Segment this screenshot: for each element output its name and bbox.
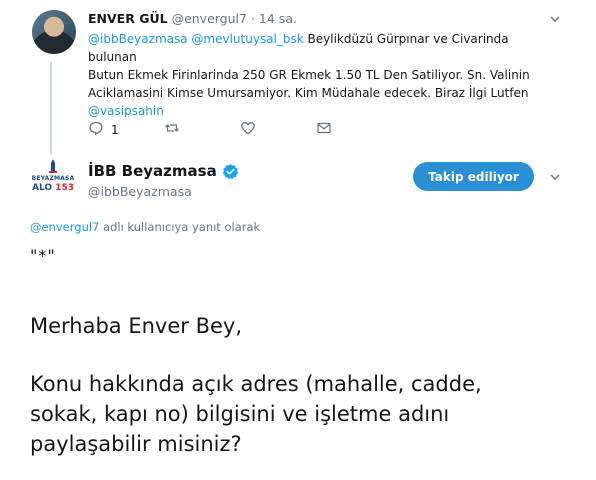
like-button[interactable]: [240, 120, 256, 139]
logo-icon: [49, 159, 57, 173]
tweet-text-line: Butun Ekmek Firinlarinda 250 GR Ekmek 1.…: [88, 68, 530, 82]
reply-button[interactable]: 1: [88, 120, 119, 139]
following-button[interactable]: Takip ediliyor: [413, 162, 534, 191]
tweet-text: Konu hakkında açık adres (mahalle, cadde…: [30, 369, 570, 459]
retweet-button[interactable]: [164, 120, 180, 139]
reply-count: 1: [111, 122, 119, 137]
separator: ·: [250, 11, 255, 26]
chevron-down-icon[interactable]: [549, 13, 561, 29]
avatar[interactable]: BEYAZMASA ALO 153: [30, 159, 76, 201]
replying-to: @envergul7 adlı kullanıcıya yanıt olarak: [30, 220, 260, 234]
heart-icon: [240, 120, 256, 139]
author-name-row: İBB Beyazmasa: [88, 162, 239, 180]
tweet-text-line: Aciklamasini Kimse Umursamiyor. Kim Müda…: [88, 86, 529, 100]
timestamp[interactable]: 14 sa.: [259, 11, 297, 26]
mention-link[interactable]: @ibbBeyazmasa: [88, 32, 188, 46]
tweet-text: @ibbBeyazmasa @mevlutuysal_bsk Beylikdüz…: [88, 30, 558, 120]
tweet-text-line: Konu hakkında açık adres (mahalle, cadde…: [30, 372, 482, 396]
tweet-text-line: sokak, kapı no) bilgisini ve işletme adı…: [30, 402, 450, 426]
retweet-icon: [164, 120, 180, 139]
tweet-text-line: paylaşabilir misiniz?: [30, 432, 242, 456]
reply-icon: [88, 120, 104, 139]
tweet-header: ENVER GÜL @envergul7 · 14 sa.: [88, 11, 297, 26]
logo-alo-number: 153: [55, 183, 74, 193]
logo-alo: ALO 153: [30, 183, 76, 193]
author-name[interactable]: İBB Beyazmasa: [88, 162, 217, 180]
envelope-icon: [316, 120, 332, 139]
mention-link[interactable]: @envergul7: [30, 220, 99, 234]
logo-text: BEYAZMASA: [31, 175, 75, 182]
author-handle[interactable]: @ibbBeyazmasa: [88, 184, 192, 199]
chevron-down-icon[interactable]: [549, 171, 561, 187]
author-handle[interactable]: @envergul7: [172, 11, 247, 26]
avatar[interactable]: [32, 10, 76, 54]
verified-badge-icon: [222, 163, 238, 179]
tweet-text: Merhaba Enver Bey,: [30, 311, 570, 341]
author-name[interactable]: ENVER GÜL: [88, 11, 168, 26]
mention-link[interactable]: @mevlutuysal_bsk: [191, 32, 303, 46]
logo-alo-text: ALO: [32, 183, 53, 193]
replying-to-text: adlı kullanıcıya yanıt olarak: [99, 220, 261, 234]
tweet-actions: 1: [88, 120, 348, 139]
thread-connector: [50, 62, 52, 154]
tweet-text-line: Merhaba Enver Bey,: [30, 314, 243, 338]
direct-message-button[interactable]: [316, 120, 332, 139]
mention-link[interactable]: @vasipsahin: [88, 104, 164, 118]
quote-text: "*": [30, 246, 56, 265]
